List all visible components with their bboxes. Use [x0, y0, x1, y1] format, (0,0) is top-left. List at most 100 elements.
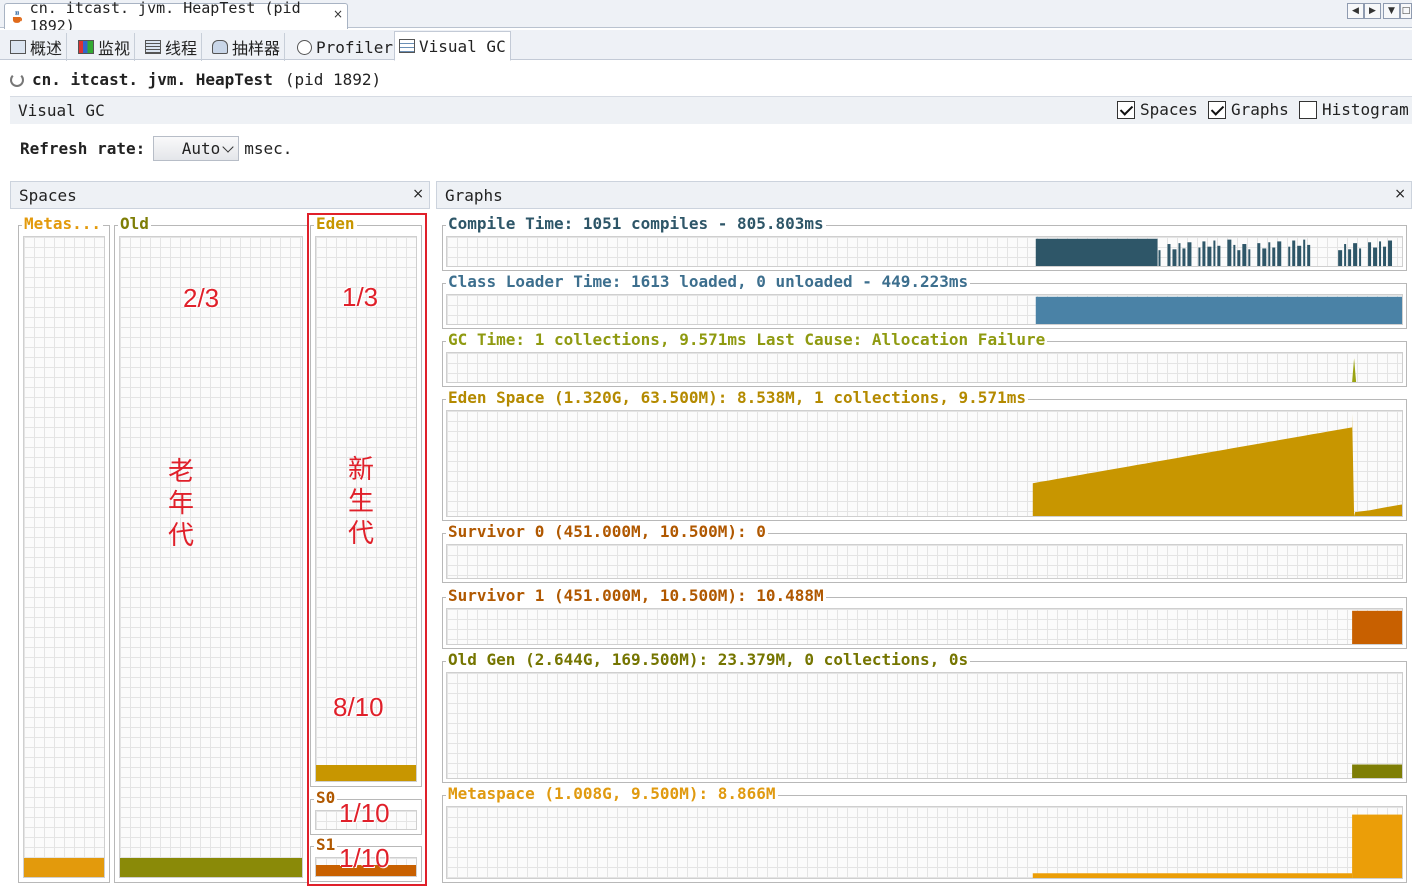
young-gen-cn-annotation: 新 生 代	[346, 454, 376, 550]
graphs-check-icon[interactable]	[1208, 100, 1226, 119]
overview-icon	[10, 40, 26, 54]
metaspace-baseline	[1032, 873, 1353, 878]
tab-monitor[interactable]: 监视	[74, 33, 136, 61]
graph-compile-time-plot	[446, 236, 1403, 267]
compile-time-spike	[1292, 240, 1296, 266]
threads-icon	[145, 40, 161, 54]
tab-list-dropdown-icon[interactable]: ▼	[1383, 3, 1400, 19]
scroll-right-icon[interactable]: ▶	[1364, 3, 1381, 19]
compile-time-spike	[1257, 243, 1261, 266]
histogram-checkbox[interactable]: Histogram	[1299, 100, 1409, 119]
old-gen-char-2: 年	[167, 489, 194, 519]
document-tab-bar: cn. itcast. jvm. HeapTest (pid 1892) × ◀…	[0, 0, 1412, 35]
compile-time-spike	[1172, 249, 1177, 266]
compile-time-spike	[1217, 245, 1221, 266]
compile-time-spike	[1373, 247, 1378, 266]
eden-space-area	[1032, 413, 1402, 516]
tab-sampler[interactable]: 抽样器	[208, 33, 286, 61]
graph-metaspace: Metaspace (1.008G, 9.500M): 8.866M	[442, 785, 1407, 883]
chevron-down-icon	[222, 140, 234, 153]
space-old-plot	[119, 236, 303, 878]
graph-compile-time: Compile Time: 1051 compiles - 805.803ms	[442, 215, 1407, 271]
compile-time-spike	[1288, 246, 1291, 266]
graphs-panel-close-icon[interactable]: ×	[1394, 186, 1406, 202]
graph-old-gen: Old Gen (2.644G, 169.500M): 23.379M, 0 c…	[442, 651, 1407, 783]
graph-metaspace-plot	[446, 806, 1403, 879]
gc-time-spike	[1352, 358, 1357, 382]
graph-survivor-1-svg	[1352, 610, 1402, 644]
graphs-checkbox[interactable]: Graphs	[1208, 100, 1289, 119]
java-cup-icon	[12, 10, 22, 23]
compile-time-spike	[1268, 242, 1271, 266]
graph-class-loader-time-plot	[446, 294, 1403, 325]
visualgc-icon	[399, 39, 415, 53]
compile-time-spike	[1187, 242, 1192, 266]
tab-monitor-label: 监视	[98, 39, 131, 58]
process-pid: (pid 1892)	[284, 70, 382, 89]
young-gen-char-2: 生	[347, 487, 374, 517]
tab-overview-label: 概述	[30, 39, 63, 58]
graph-old-gen-plot	[446, 672, 1403, 779]
compile-time-spike	[1383, 246, 1387, 266]
compile-time-block	[1035, 238, 1158, 266]
compile-time-spike	[1242, 244, 1247, 266]
maximize-icon[interactable]: □	[1400, 3, 1412, 19]
spaces-panel-close-icon[interactable]: ×	[412, 186, 424, 202]
compile-time-spike	[1167, 244, 1171, 266]
compile-time-spikes	[1158, 239, 1393, 266]
tab-profiler[interactable]: Profiler	[293, 33, 399, 61]
graph-survivor-0-label: Survivor 0 (451.000M, 10.500M): 0	[446, 522, 768, 541]
spaces-check-icon[interactable]	[1117, 100, 1135, 119]
graph-gc-time-plot	[446, 352, 1403, 383]
graph-compile-time-label: Compile Time: 1051 compiles - 805.803ms	[446, 214, 826, 233]
graphs-panel-title: Graphs	[445, 185, 503, 205]
scroll-left-icon[interactable]: ◀	[1347, 3, 1364, 19]
compile-time-spike	[1368, 242, 1372, 266]
space-metaspace-fill	[24, 857, 104, 877]
process-title: cn. itcast. jvm. HeapTest (pid 1892)	[10, 70, 381, 89]
tab-profiler-label: Profiler	[316, 37, 394, 57]
compile-time-spike	[1344, 244, 1347, 266]
old-gen-block	[1352, 764, 1402, 778]
graph-eden-space-plot	[446, 410, 1403, 517]
graph-metaspace-svg	[1032, 814, 1402, 878]
graph-survivor-1: Survivor 1 (451.000M, 10.500M): 10.488M	[442, 587, 1407, 649]
histogram-check-icon[interactable]	[1299, 100, 1317, 119]
document-tab-close-icon[interactable]: ×	[333, 7, 343, 21]
tab-overview[interactable]: 概述	[6, 33, 68, 61]
compile-time-spike	[1262, 248, 1267, 266]
graph-old-gen-svg	[1352, 764, 1402, 778]
graphs-checkbox-label: Graphs	[1231, 100, 1289, 119]
document-tab-heaptest[interactable]: cn. itcast. jvm. HeapTest (pid 1892) ×	[4, 0, 348, 35]
feature-tab-bar: 概述 监视 线程 抽样器 Profiler Visual GC	[0, 30, 1412, 61]
visual-gc-header: Visual GC	[10, 96, 1412, 124]
old-gen-char-3: 代	[167, 521, 194, 551]
tab-visual-gc[interactable]: Visual GC	[394, 31, 511, 61]
compile-time-spike	[1307, 244, 1311, 266]
space-old: Old	[114, 215, 308, 883]
spaces-checkbox[interactable]: Spaces	[1117, 100, 1198, 119]
refresh-rate-label: Refresh rate:	[20, 139, 146, 158]
graph-gc-time: GC Time: 1 collections, 9.571ms Last Cau…	[442, 331, 1407, 387]
compile-time-spike	[1359, 248, 1362, 266]
compile-time-spike	[1233, 244, 1236, 266]
compile-time-spike	[1198, 247, 1201, 266]
graph-eden-space-label: Eden Space (1.320G, 63.500M): 8.538M, 1 …	[446, 388, 1028, 407]
loading-spinner-icon	[10, 72, 24, 87]
compile-time-spike	[1388, 240, 1393, 266]
refresh-rate-select[interactable]: Auto	[153, 136, 240, 161]
graph-class-loader-time-label: Class Loader Time: 1613 loaded, 0 unload…	[446, 272, 971, 291]
graph-survivor-1-plot	[446, 608, 1403, 645]
compile-time-spike	[1207, 246, 1212, 266]
s0-ratio-annotation: 1/10	[339, 798, 390, 828]
compile-time-spike	[1213, 240, 1216, 266]
spaces-panel-title: Spaces	[19, 185, 77, 205]
tab-threads[interactable]: 线程	[141, 33, 203, 61]
monitor-icon	[78, 40, 94, 54]
graph-survivor-0-plot	[446, 544, 1403, 579]
compile-time-spike	[1272, 247, 1276, 266]
graph-gc-time-svg	[1352, 358, 1357, 382]
spaces-checkbox-label: Spaces	[1140, 100, 1198, 119]
compile-time-spike	[1379, 241, 1382, 266]
graph-eden-space: Eden Space (1.320G, 63.500M): 8.538M, 1 …	[442, 389, 1407, 521]
